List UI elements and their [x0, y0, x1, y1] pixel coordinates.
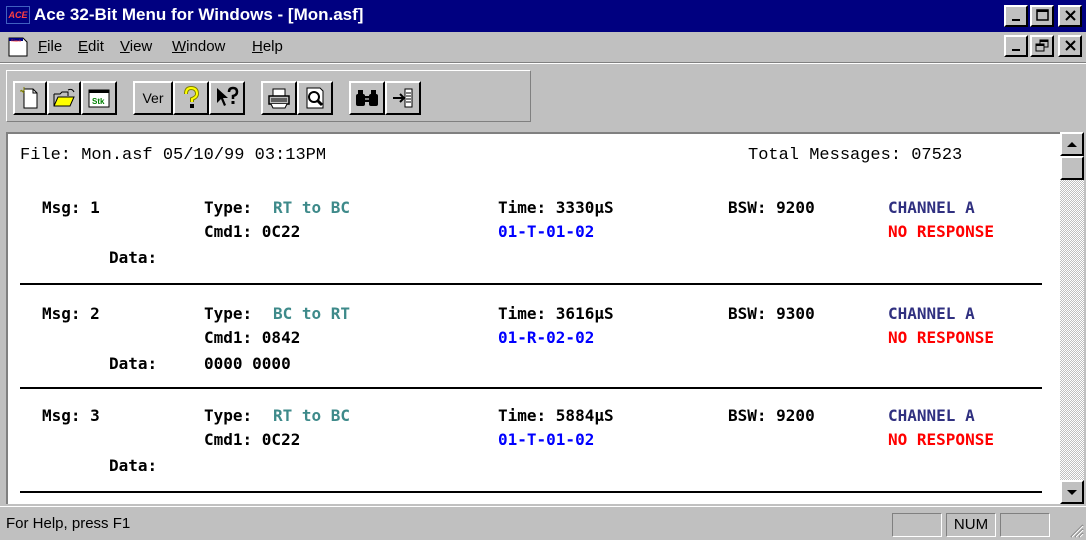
- menu-help[interactable]: Help: [252, 38, 283, 55]
- status-bar: For Help, press F1 NUM: [0, 506, 1086, 540]
- resize-grip-icon[interactable]: [1068, 522, 1084, 538]
- cmd-word: Cmd1: 0C22: [204, 430, 301, 449]
- menu-edit[interactable]: Edit: [78, 38, 104, 55]
- data-label: Data:: [109, 456, 158, 475]
- open-button[interactable]: [47, 81, 81, 115]
- title-bar[interactable]: ACE Ace 32-Bit Menu for Windows - [Mon.a…: [0, 0, 1086, 32]
- type-label: Type:: [204, 198, 253, 217]
- help-button[interactable]: [173, 81, 209, 115]
- open-folder-icon: [53, 88, 75, 107]
- caps-indicator: [892, 513, 942, 537]
- msg-time: Time: 3330µS: [498, 198, 614, 217]
- msg-number: Msg: 3: [42, 406, 100, 425]
- toolbar-divider: [0, 62, 1086, 64]
- document-icon[interactable]: Stack: [6, 36, 30, 58]
- arrow-up-icon: [1067, 142, 1077, 147]
- go-to-icon: [393, 88, 413, 108]
- response-status: NO RESPONSE: [888, 430, 994, 449]
- vertical-scrollbar[interactable]: [1060, 132, 1084, 504]
- data-label: Data:: [109, 354, 158, 373]
- type-label: Type:: [204, 304, 253, 323]
- channel-label: CHANNEL A: [888, 198, 975, 217]
- print-button[interactable]: [261, 81, 297, 115]
- menu-file[interactable]: File: [38, 38, 62, 55]
- data-words: 0000 0000: [204, 354, 291, 373]
- message-view[interactable]: File: Mon.asf 05/10/99 03:13PM Total Mes…: [6, 132, 1060, 504]
- doc-restore-button[interactable]: [1030, 35, 1054, 57]
- restore-icon: [1035, 39, 1049, 52]
- bsw-value: BSW: 9200: [728, 406, 815, 425]
- msg-number: Msg: 1: [42, 198, 100, 217]
- maximize-icon: [1036, 9, 1049, 21]
- print-icon: [268, 88, 290, 109]
- type-value: BC to RT: [273, 304, 351, 323]
- message-separator: [20, 387, 1042, 389]
- file-info: File: Mon.asf 05/10/99 03:13PM: [20, 146, 327, 165]
- minimize-button[interactable]: [1004, 5, 1028, 27]
- data-label: Data:: [109, 248, 158, 267]
- scroll-down-button[interactable]: [1060, 480, 1084, 504]
- stack-button[interactable]: Stk: [81, 81, 117, 115]
- bsw-value: BSW: 9300: [728, 304, 815, 323]
- scroll-indicator: [1000, 513, 1050, 537]
- doc-minimize-button[interactable]: [1004, 35, 1028, 57]
- arrow-down-icon: [1067, 490, 1077, 495]
- close-button[interactable]: [1058, 5, 1082, 27]
- stack-icon: Stk: [88, 89, 110, 108]
- msg-number: Msg: 2: [42, 304, 100, 323]
- menu-window[interactable]: Window: [172, 38, 225, 55]
- close-icon: [1065, 10, 1076, 21]
- response-status: NO RESPONSE: [888, 328, 994, 347]
- print-preview-icon: [306, 87, 324, 109]
- ace-app-icon[interactable]: ACE: [6, 6, 30, 24]
- num-indicator: NUM: [946, 513, 996, 537]
- svg-text:Stk: Stk: [92, 97, 105, 106]
- maximize-button[interactable]: [1030, 5, 1054, 27]
- cmd-decode: 01-T-01-02: [498, 222, 595, 241]
- type-value: RT to BC: [273, 406, 351, 425]
- window-title: Ace 32-Bit Menu for Windows - [Mon.asf]: [34, 5, 364, 24]
- menu-bar: Stack File Edit View Window Help: [0, 32, 1086, 62]
- cmd-word: Cmd1: 0842: [204, 328, 301, 347]
- new-icon: [20, 87, 38, 109]
- menu-view[interactable]: View: [120, 38, 152, 55]
- app-icon-text: ACE: [8, 10, 28, 20]
- toolbar: Stk Ver: [6, 70, 531, 122]
- response-status: NO RESPONSE: [888, 222, 994, 241]
- new-button[interactable]: [13, 81, 47, 115]
- scroll-thumb[interactable]: [1060, 156, 1084, 180]
- cmd-decode: 01-R-02-02: [498, 328, 595, 347]
- find-binoculars-icon: [356, 90, 378, 106]
- total-messages: Total Messages: 07523: [748, 146, 963, 165]
- scroll-up-button[interactable]: [1060, 132, 1084, 156]
- print-preview-button[interactable]: [297, 81, 333, 115]
- go-to-button[interactable]: [385, 81, 421, 115]
- version-button[interactable]: Ver: [133, 81, 173, 115]
- type-label: Type:: [204, 406, 253, 425]
- close-icon: [1065, 40, 1076, 51]
- minimize-icon: [1012, 49, 1020, 51]
- bsw-value: BSW: 9200: [728, 198, 815, 217]
- minimize-icon: [1012, 19, 1020, 21]
- find-button[interactable]: [349, 81, 385, 115]
- channel-label: CHANNEL A: [888, 304, 975, 323]
- status-help-text: For Help, press F1: [6, 515, 131, 532]
- msg-time: Time: 5884µS: [498, 406, 614, 425]
- svg-text:Stack: Stack: [11, 38, 21, 43]
- doc-close-button[interactable]: [1058, 35, 1082, 57]
- message-separator: [20, 491, 1042, 493]
- cmd-word: Cmd1: 0C22: [204, 222, 301, 241]
- channel-label: CHANNEL A: [888, 406, 975, 425]
- context-help-icon: [217, 86, 239, 106]
- context-help-button[interactable]: [209, 81, 245, 115]
- version-button-label: Ver: [142, 90, 164, 106]
- app-window: ACE Ace 32-Bit Menu for Windows - [Mon.a…: [0, 0, 1086, 540]
- message-separator: [20, 283, 1042, 285]
- cmd-decode: 01-T-01-02: [498, 430, 595, 449]
- type-value: RT to BC: [273, 198, 351, 217]
- msg-time: Time: 3616µS: [498, 304, 614, 323]
- help-question-icon: [184, 86, 200, 108]
